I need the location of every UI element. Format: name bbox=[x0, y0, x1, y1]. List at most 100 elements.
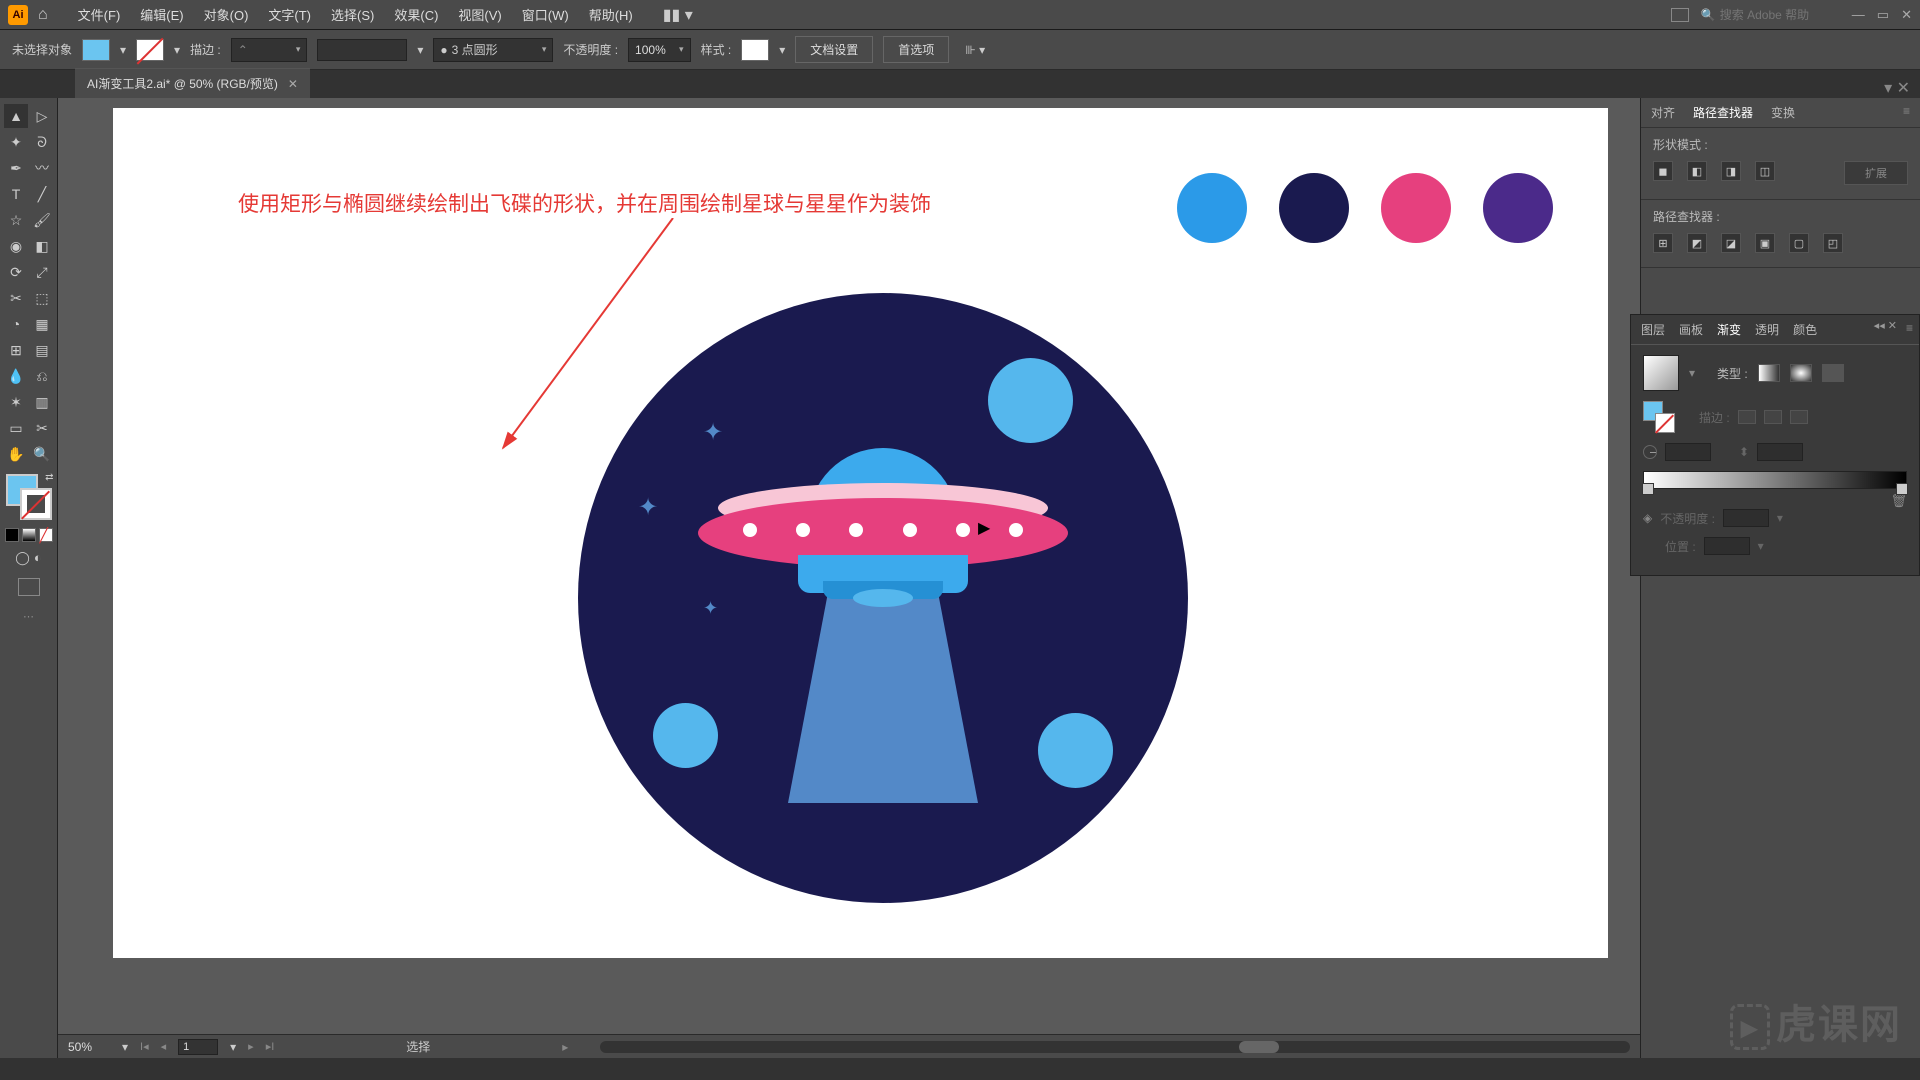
style-swatch[interactable] bbox=[741, 39, 769, 61]
gradient-mode-icon[interactable] bbox=[22, 528, 36, 542]
chevron-down-icon[interactable]: ▾ bbox=[417, 43, 423, 57]
artboard-number-input[interactable] bbox=[178, 1039, 218, 1055]
column-graph-tool-icon[interactable]: ▥ bbox=[30, 390, 54, 414]
width-tool-icon[interactable]: ✂ bbox=[4, 286, 28, 310]
rectangle-tool-icon[interactable]: ☆ bbox=[4, 208, 28, 232]
close-icon[interactable]: ✕ bbox=[288, 77, 298, 91]
document-tab[interactable]: AI渐变工具2.ai* @ 50% (RGB/预览) ✕ bbox=[75, 68, 310, 98]
stroke-apply-across-icon[interactable] bbox=[1790, 410, 1808, 424]
zoom-tool-icon[interactable]: 🔍 bbox=[30, 442, 54, 466]
menu-type[interactable]: 文字(T) bbox=[258, 5, 321, 24]
gradient-aspect-input[interactable] bbox=[1757, 443, 1803, 461]
tab-align[interactable]: 对齐 bbox=[1651, 104, 1675, 121]
zoom-input[interactable] bbox=[68, 1040, 110, 1054]
free-transform-tool-icon[interactable]: ⬚ bbox=[30, 286, 54, 310]
menu-select[interactable]: 选择(S) bbox=[321, 5, 384, 24]
exclude-icon[interactable]: ◫ bbox=[1755, 161, 1775, 181]
draw-normal-icon[interactable]: ◯ bbox=[15, 550, 30, 566]
gradient-preview[interactable] bbox=[1643, 355, 1679, 391]
tab-transform[interactable]: 变换 bbox=[1771, 104, 1795, 121]
scale-tool-icon[interactable]: ⤢ bbox=[30, 260, 54, 284]
first-artboard-icon[interactable]: I◂ bbox=[140, 1040, 149, 1053]
direct-selection-tool-icon[interactable]: ▷ bbox=[30, 104, 54, 128]
artboard-tool-icon[interactable]: ▭ bbox=[4, 416, 28, 440]
horizontal-scrollbar[interactable] bbox=[600, 1041, 1630, 1053]
chevron-down-icon[interactable]: ▾ bbox=[120, 43, 126, 57]
stop-opacity-input[interactable] bbox=[1723, 509, 1769, 527]
outline-icon[interactable]: ▢ bbox=[1789, 233, 1809, 253]
stroke-weight-dropdown[interactable]: ⌃▾ bbox=[231, 38, 308, 62]
freeform-gradient-icon[interactable] bbox=[1822, 364, 1844, 382]
preferences-button[interactable]: 首选项 bbox=[883, 36, 949, 63]
window-restore-icon[interactable]: ▭ bbox=[1877, 7, 1889, 23]
symbol-sprayer-tool-icon[interactable]: ✶ bbox=[4, 390, 28, 414]
prev-artboard-icon[interactable]: ◂ bbox=[161, 1040, 167, 1053]
divide-icon[interactable]: ⊞ bbox=[1653, 233, 1673, 253]
tab-transparency[interactable]: 透明 bbox=[1755, 321, 1779, 338]
panel-menu-icon[interactable]: ≡ bbox=[1903, 104, 1910, 121]
help-search[interactable]: 🔍 bbox=[1701, 8, 1840, 22]
stroke-weight-input[interactable] bbox=[252, 43, 292, 57]
rotate-tool-icon[interactable]: ⟳ bbox=[4, 260, 28, 284]
eyedropper-tool-icon[interactable]: 💧 bbox=[4, 364, 28, 388]
menu-edit[interactable]: 编辑(E) bbox=[130, 5, 193, 24]
line-tool-icon[interactable]: ╱ bbox=[30, 182, 54, 206]
opacity-dropdown[interactable]: ▾ bbox=[628, 38, 691, 62]
opacity-input[interactable] bbox=[635, 43, 675, 57]
arrange-documents-icon[interactable] bbox=[1671, 8, 1689, 22]
unite-icon[interactable]: ◼ bbox=[1653, 161, 1673, 181]
lasso-tool-icon[interactable]: ᘐ bbox=[30, 130, 54, 154]
gradient-angle-input[interactable] bbox=[1665, 443, 1711, 461]
swap-fill-stroke-icon[interactable]: ⇄ bbox=[45, 472, 53, 483]
intersect-icon[interactable]: ◨ bbox=[1721, 161, 1741, 181]
expand-button[interactable]: 扩展 bbox=[1844, 161, 1908, 185]
window-close-icon[interactable]: ✕ bbox=[1901, 7, 1912, 23]
document-setup-button[interactable]: 文档设置 bbox=[795, 36, 873, 63]
window-minimize-icon[interactable]: — bbox=[1852, 7, 1865, 23]
minus-front-icon[interactable]: ◧ bbox=[1687, 161, 1707, 181]
trim-icon[interactable]: ◩ bbox=[1687, 233, 1707, 253]
slice-tool-icon[interactable]: ✂ bbox=[30, 416, 54, 440]
gradient-fill-stroke-proxy[interactable] bbox=[1643, 401, 1675, 433]
tab-artboards[interactable]: 画板 bbox=[1679, 321, 1703, 338]
linear-gradient-icon[interactable] bbox=[1758, 364, 1780, 382]
chevron-down-icon[interactable]: ▾ bbox=[174, 43, 180, 57]
selection-tool-icon[interactable]: ▲ bbox=[4, 104, 28, 128]
color-mode-icon[interactable] bbox=[5, 528, 19, 542]
menu-object[interactable]: 对象(O) bbox=[194, 5, 259, 24]
fill-swatch[interactable] bbox=[82, 39, 110, 61]
tab-pathfinder[interactable]: 路径查找器 bbox=[1693, 104, 1753, 121]
paintbrush-tool-icon[interactable]: 🖌 bbox=[30, 208, 54, 232]
draw-behind-icon[interactable]: ◐ bbox=[34, 550, 42, 566]
curvature-tool-icon[interactable]: 〰 bbox=[30, 156, 54, 180]
fill-stroke-proxy[interactable]: ⇄ bbox=[6, 474, 52, 520]
next-artboard-icon[interactable]: ▸ bbox=[248, 1040, 254, 1053]
tab-overflow-icon[interactable]: ▾ ✕ bbox=[1884, 78, 1920, 98]
menu-window[interactable]: 窗口(W) bbox=[512, 5, 579, 24]
magic-wand-tool-icon[interactable]: ✦ bbox=[4, 130, 28, 154]
mesh-tool-icon[interactable]: ⊞ bbox=[4, 338, 28, 362]
panel-menu-icon[interactable]: ≡ bbox=[1906, 321, 1913, 335]
chevron-down-icon[interactable]: ▾ bbox=[779, 43, 785, 57]
home-icon[interactable]: ⌂ bbox=[38, 6, 48, 24]
canvas-area[interactable]: 使用矩形与椭圆继续绘制出飞碟的形状，并在周围绘制星球与星星作为装饰 ✦ ✦ ✦ bbox=[58, 98, 1640, 1058]
stroke-swatch[interactable] bbox=[136, 39, 164, 61]
screen-mode-icon[interactable] bbox=[18, 578, 40, 596]
menu-file[interactable]: 文件(F) bbox=[68, 5, 131, 24]
gradient-tool-icon[interactable]: ▤ bbox=[30, 338, 54, 362]
last-artboard-icon[interactable]: ▸I bbox=[266, 1040, 275, 1053]
hand-tool-icon[interactable]: ✋ bbox=[4, 442, 28, 466]
stroke-apply-along-icon[interactable] bbox=[1764, 410, 1782, 424]
merge-icon[interactable]: ◪ bbox=[1721, 233, 1741, 253]
perspective-grid-tool-icon[interactable]: ▦ bbox=[30, 312, 54, 336]
minus-back-icon[interactable]: ◰ bbox=[1823, 233, 1843, 253]
toolbox-edit-icon[interactable]: ⋯ bbox=[4, 610, 53, 623]
panel-collapse-icon[interactable]: ◂◂ ✕ bbox=[1874, 319, 1897, 332]
blend-tool-icon[interactable]: ⎌ bbox=[30, 364, 54, 388]
status-play-icon[interactable]: ▸ bbox=[562, 1040, 568, 1054]
shaper-tool-icon[interactable]: ◉ bbox=[4, 234, 28, 258]
stop-position-input[interactable] bbox=[1704, 537, 1750, 555]
tab-layers[interactable]: 图层 bbox=[1641, 321, 1665, 338]
help-search-input[interactable] bbox=[1720, 8, 1840, 22]
menu-help[interactable]: 帮助(H) bbox=[579, 5, 643, 24]
